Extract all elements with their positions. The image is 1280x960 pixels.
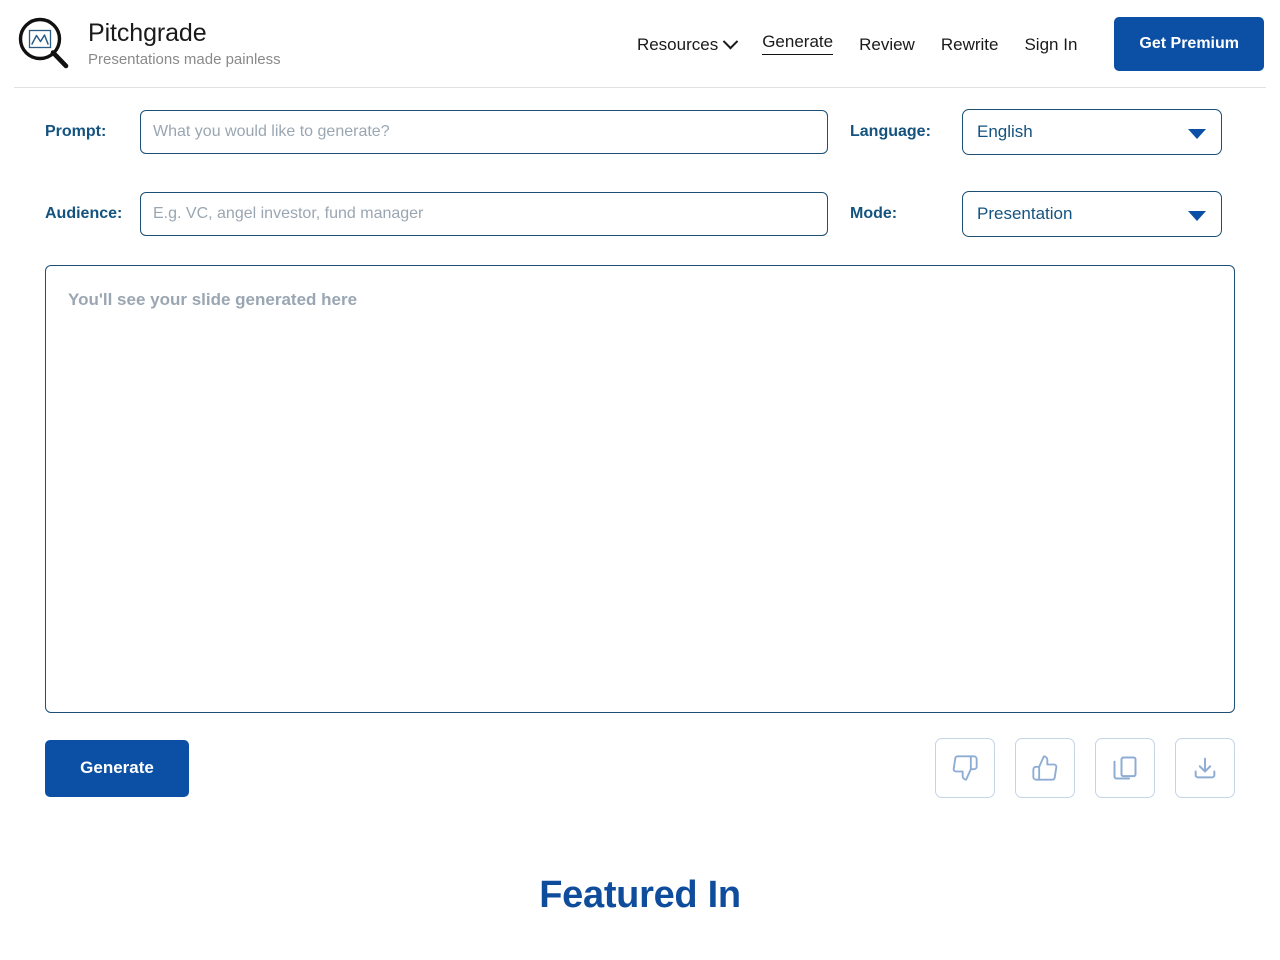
nav-label-review: Review — [859, 34, 915, 54]
prompt-placeholder: What you would like to generate? — [153, 123, 390, 140]
slide-preview-area[interactable]: You'll see your slide generated here — [45, 265, 1235, 713]
mode-value: Presentation — [977, 204, 1073, 223]
header-divider — [14, 87, 1266, 88]
brand-title: Pitchgrade — [88, 18, 207, 47]
nav-label-resources: Resources — [636, 34, 719, 54]
generation-form: Prompt: What you would like to generate?… — [45, 88, 1235, 237]
thumbs-up-icon — [1032, 755, 1058, 781]
thumbs-down-icon — [952, 755, 978, 781]
nav-label-sign-in: Sign In — [1024, 34, 1078, 54]
language-select[interactable]: English — [962, 109, 1222, 155]
audience-placeholder: E.g. VC, angel investor, fund manager — [153, 205, 424, 222]
download-icon — [1194, 757, 1216, 779]
nav-label-generate: Generate — [762, 33, 834, 55]
featured-section: Featured In — [45, 874, 1235, 917]
magnifier-chart-icon — [18, 17, 69, 69]
download-button[interactable] — [1175, 738, 1235, 798]
copy-button[interactable] — [1095, 738, 1155, 798]
action-bar: Generate — [45, 738, 1235, 798]
language-label: Language: — [850, 123, 931, 140]
like-button[interactable] — [1015, 738, 1075, 798]
copy-icon — [1113, 756, 1137, 780]
nav-item-rewrite[interactable]: Rewrite — [928, 36, 1012, 53]
prompt-label: Prompt: — [45, 123, 107, 140]
featured-title: Featured In — [539, 874, 741, 916]
generate-button[interactable]: Generate — [45, 739, 189, 797]
chevron-down-icon — [1188, 129, 1206, 139]
language-value: English — [977, 122, 1033, 141]
nav-item-sign-in[interactable]: Sign In — [1011, 36, 1090, 53]
nav-item-resources[interactable]: Resources — [624, 33, 749, 54]
chevron-down-icon — [722, 33, 739, 49]
nav-item-review[interactable]: Review — [846, 36, 928, 53]
audience-label: Audience: — [45, 205, 123, 222]
brand-tagline: Presentations made painless — [88, 50, 281, 68]
main-content: Prompt: What you would like to generate?… — [0, 88, 1280, 917]
site-header: Pitchgrade Presentations made painless R… — [0, 0, 1280, 88]
mode-label: Mode: — [850, 205, 898, 222]
get-premium-button[interactable]: Get Premium — [1114, 17, 1264, 71]
feedback-actions — [935, 738, 1235, 798]
main-navigation: Resources Generate Review Rewrite Sign I… — [624, 17, 1264, 71]
dislike-button[interactable] — [935, 738, 995, 798]
audience-input[interactable]: E.g. VC, angel investor, fund manager — [140, 192, 828, 236]
form-row-spacer — [45, 155, 1222, 191]
chevron-down-icon — [1188, 211, 1206, 221]
slide-placeholder-text: You'll see your slide generated here — [68, 290, 358, 309]
nav-label-rewrite: Rewrite — [940, 34, 999, 54]
mode-select[interactable]: Presentation — [962, 191, 1222, 237]
nav-item-generate[interactable]: Generate — [749, 33, 846, 55]
prompt-input[interactable]: What you would like to generate? — [140, 110, 828, 154]
brand-logo[interactable]: Pitchgrade Presentations made painless — [14, 14, 281, 74]
